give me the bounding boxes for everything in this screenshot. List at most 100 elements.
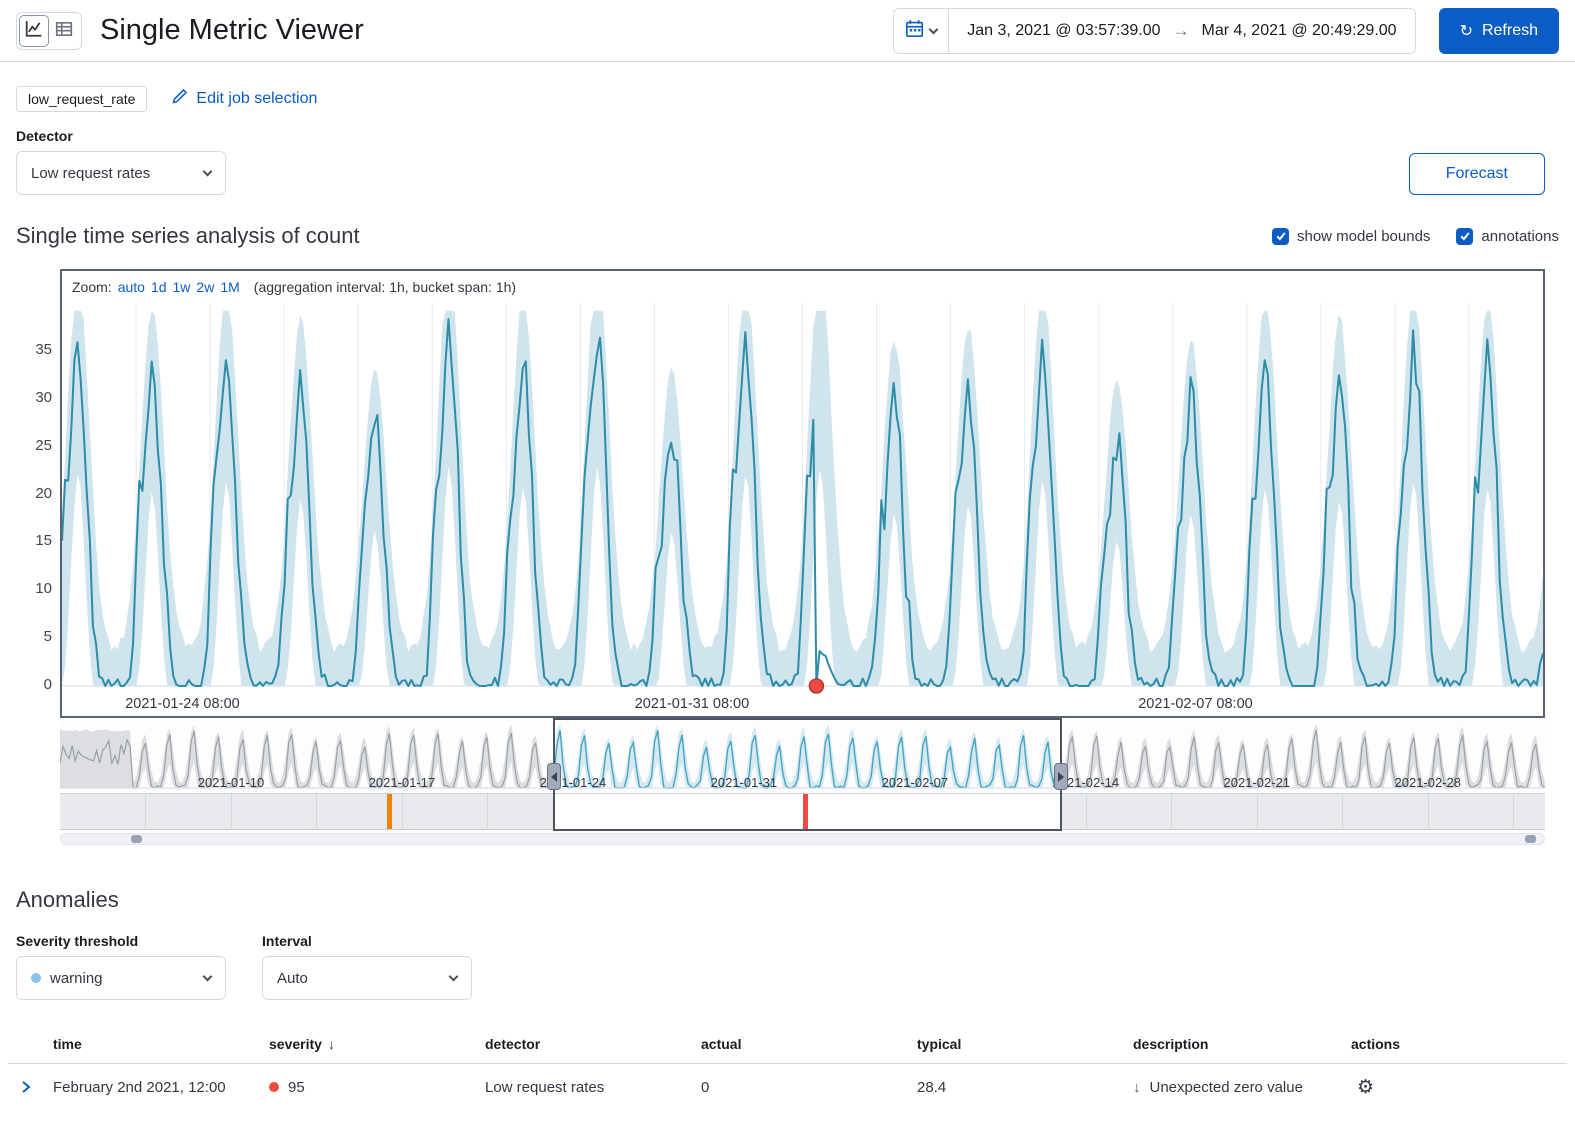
column-header-severity[interactable]: severity ↓	[269, 1036, 485, 1052]
page-title: Single Metric Viewer	[100, 14, 364, 47]
swimlane-tick	[145, 794, 146, 829]
detector-row: Detector Low request rates Forecast	[0, 112, 1575, 195]
swimlane-tick	[1171, 794, 1172, 829]
svg-text:2021-02-07 08:00: 2021-02-07 08:00	[1138, 696, 1253, 712]
date-range-arrow-icon: →	[1173, 21, 1190, 41]
date-range-picker: Jan 3, 2021 @ 03:57:39.00 → Mar 4, 2021 …	[893, 8, 1415, 54]
zoom-link-auto[interactable]: auto	[118, 279, 145, 295]
brush-left-handle[interactable]	[547, 763, 561, 790]
date-range-end[interactable]: Mar 4, 2021 @ 20:49:29.00	[1202, 22, 1397, 40]
anomaly-time-cell: February 2nd 2021, 12:00	[53, 1079, 269, 1096]
column-header-description[interactable]: description	[1133, 1036, 1351, 1052]
arrow-down-icon: ↓	[1133, 1079, 1141, 1096]
header: Single Metric Viewer Jan 3, 2021 @ 03:57…	[0, 0, 1575, 62]
refresh-icon: ↻	[1460, 21, 1473, 41]
header-left: Single Metric Viewer	[16, 12, 364, 50]
row-actions-gear-button[interactable]: ⚙	[1351, 1078, 1374, 1097]
column-header-actual[interactable]: actual	[701, 1036, 917, 1052]
date-range-start[interactable]: Jan 3, 2021 @ 03:57:39.00	[967, 22, 1160, 40]
swimlane-tick	[316, 794, 317, 829]
zoom-link-1w[interactable]: 1w	[173, 279, 191, 295]
scrollbar-right-handle[interactable]	[1525, 835, 1536, 843]
calendar-icon	[905, 19, 924, 43]
main-chart-svg[interactable]: 2021-01-24 08:002021-01-31 08:002021-02-…	[62, 303, 1543, 716]
annotations-checkbox[interactable]: annotations	[1456, 228, 1559, 245]
series-heading: Single time series analysis of count	[16, 223, 360, 249]
anomaly-typical-cell: 28.4	[917, 1079, 1133, 1096]
chevron-down-icon	[203, 972, 213, 982]
swimlane-tick	[1257, 794, 1258, 829]
triangle-left-icon	[551, 772, 557, 782]
context-chart: 2021-01-102021-01-172021-01-242021-01-31…	[60, 718, 1545, 845]
interval-field: Interval Auto	[262, 933, 472, 1000]
column-header-time[interactable]: time	[53, 1036, 269, 1052]
context-axis-tick-label: 2021-02-21	[1219, 775, 1295, 790]
detector-select-value: Low request rates	[31, 165, 150, 182]
expand-row-button[interactable]	[8, 1079, 53, 1095]
sort-descending-icon: ↓	[328, 1036, 335, 1052]
pencil-icon	[171, 88, 188, 110]
y-axis-tick-label: 5	[8, 628, 52, 645]
checkbox-checked-icon	[1272, 228, 1289, 245]
anomalies-controls: Severity threshold warning Interval Auto	[16, 933, 1559, 1000]
swimlane-tick	[1513, 794, 1514, 829]
chevron-down-icon	[203, 167, 213, 177]
anomaly-marker[interactable]	[387, 794, 392, 829]
swimlane-tick	[1428, 794, 1429, 829]
edit-job-selection-link[interactable]: Edit job selection	[171, 88, 317, 110]
y-axis-tick-label: 30	[8, 389, 52, 406]
zoom-link-2w[interactable]: 2w	[196, 279, 214, 295]
single-metric-viewer-page: Single Metric Viewer Jan 3, 2021 @ 03:57…	[0, 0, 1575, 1110]
table-row: February 2nd 2021, 12:0095Low request ra…	[8, 1064, 1567, 1110]
severity-warning-dot	[31, 973, 41, 983]
zoom-link-1M[interactable]: 1M	[220, 279, 239, 295]
context-axis-tick-label: 2021-02-28	[1390, 775, 1466, 790]
detector-select[interactable]: Low request rates	[16, 151, 226, 195]
column-header-label: severity	[269, 1036, 322, 1052]
column-header-detector[interactable]: detector	[485, 1036, 701, 1052]
swimlane-tick	[231, 794, 232, 829]
interval-label: Interval	[262, 933, 472, 949]
job-badge[interactable]: low_request_rate	[16, 86, 147, 112]
calendar-dropdown-button[interactable]	[894, 9, 949, 53]
view-toggle-group	[16, 12, 82, 50]
column-header-label: typical	[917, 1036, 961, 1052]
y-axis-tick-label: 25	[8, 437, 52, 454]
anomaly-actions-cell: ⚙	[1351, 1078, 1567, 1097]
column-header-label: detector	[485, 1036, 540, 1052]
header-right: Jan 3, 2021 @ 03:57:39.00 → Mar 4, 2021 …	[893, 8, 1559, 54]
anomaly-severity-cell: 95	[269, 1079, 485, 1096]
swimlane-tick	[402, 794, 403, 829]
date-range-display: Jan 3, 2021 @ 03:57:39.00 → Mar 4, 2021 …	[949, 21, 1414, 41]
refresh-button[interactable]: ↻ Refresh	[1439, 8, 1559, 54]
column-header-typical[interactable]: typical	[917, 1036, 1133, 1052]
table-view-button[interactable]	[49, 15, 79, 47]
timeseries-chart: 05101520253035 Zoom:auto1d1w2w1M(aggrega…	[60, 269, 1545, 845]
forecast-button[interactable]: Forecast	[1409, 153, 1545, 195]
checkbox-checked-icon	[1456, 228, 1473, 245]
context-axis-tick-label: 2021-01-10	[193, 775, 269, 790]
y-axis-tick-label: 10	[8, 580, 52, 597]
y-axis-tick-label: 35	[8, 341, 52, 358]
context-brush[interactable]	[553, 718, 1062, 831]
column-header-actions[interactable]: actions	[1351, 1036, 1567, 1052]
severity-critical-dot	[269, 1082, 279, 1092]
chart-option-checkboxes: show model bounds annotations	[1272, 228, 1559, 245]
scrollbar-left-handle[interactable]	[131, 835, 142, 843]
detector-field: Detector Low request rates	[16, 128, 226, 195]
interval-select[interactable]: Auto	[262, 956, 472, 1000]
description-text: Unexpected zero value	[1150, 1079, 1303, 1096]
interval-value: Auto	[277, 970, 308, 987]
chart-view-button[interactable]	[19, 15, 49, 47]
zoom-link-1d[interactable]: 1d	[151, 279, 167, 295]
column-header-label: actions	[1351, 1036, 1400, 1052]
context-scrollbar[interactable]	[60, 833, 1545, 845]
severity-threshold-select[interactable]: warning	[16, 956, 226, 1000]
show-model-bounds-checkbox[interactable]: show model bounds	[1272, 228, 1430, 245]
show-model-bounds-label: show model bounds	[1297, 228, 1430, 245]
svg-text:2021-01-31 08:00: 2021-01-31 08:00	[635, 696, 750, 712]
column-header-label: description	[1133, 1036, 1208, 1052]
brush-right-handle[interactable]	[1054, 763, 1068, 790]
anomalies-table: timeseverity ↓ detector actualtypical descri…	[0, 1024, 1575, 1110]
severity-threshold-field: Severity threshold warning	[16, 933, 226, 1000]
